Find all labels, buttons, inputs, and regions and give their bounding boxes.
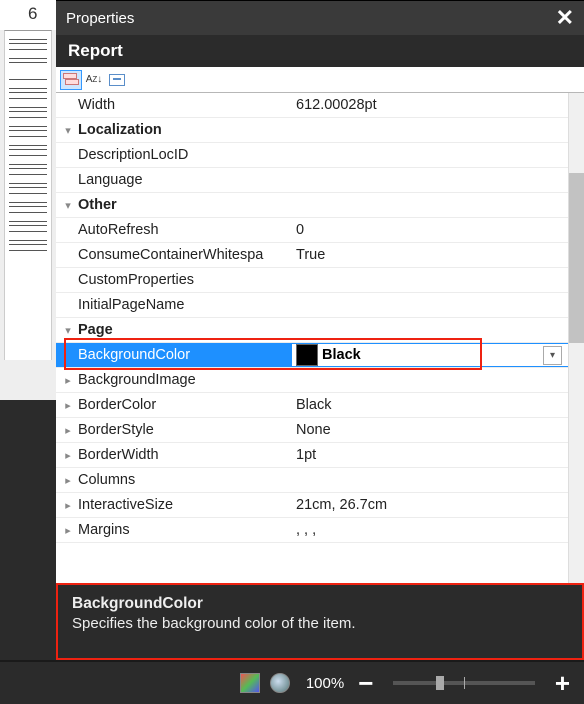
property-row[interactable]: Language (56, 168, 568, 193)
zoom-out-button[interactable]: − (354, 674, 377, 692)
property-row[interactable]: ▸InteractiveSize21cm, 26.7cm (56, 493, 568, 518)
document-preview-strip: 6 (0, 0, 56, 704)
property-name: Page (74, 322, 292, 338)
properties-panel: Properties ✕ Report AZ↓ Width612.00028pt… (56, 0, 584, 660)
property-value[interactable]: , , , (292, 522, 568, 538)
property-value[interactable]: Black (292, 397, 568, 413)
property-value-text: 0 (296, 222, 304, 238)
description-text: Specifies the background color of the it… (72, 615, 568, 632)
property-value[interactable]: None (292, 422, 568, 438)
property-row[interactable]: Width612.00028pt (56, 93, 568, 118)
document-slice (4, 30, 52, 360)
property-name: InitialPageName (74, 297, 292, 313)
property-name: ConsumeContainerWhitespa (74, 247, 292, 263)
property-name: DescriptionLocID (74, 147, 292, 163)
scrollbar-thumb[interactable] (569, 173, 584, 343)
zoom-in-button[interactable]: + (551, 674, 574, 692)
property-name: Localization (74, 122, 292, 138)
description-pane: BackgroundColor Specifies the background… (56, 583, 584, 660)
zoom-slider-thumb[interactable] (436, 676, 444, 690)
chevron-right-icon[interactable]: ▸ (56, 524, 74, 537)
property-value-text: True (296, 247, 325, 263)
property-grid-wrap: Width612.00028pt▾LocalizationDescription… (56, 93, 584, 583)
close-icon[interactable]: ✕ (556, 5, 574, 31)
property-name: Columns (74, 472, 292, 488)
property-value-text: None (296, 422, 331, 438)
vertical-scrollbar[interactable] (568, 93, 584, 583)
property-name: AutoRefresh (74, 222, 292, 238)
property-row[interactable]: ▸BackgroundImage (56, 368, 568, 393)
property-name: BorderWidth (74, 447, 292, 463)
color-swatch (296, 344, 318, 366)
property-row[interactable]: DescriptionLocID (56, 143, 568, 168)
property-value-text: Black (296, 397, 331, 413)
property-name: BorderColor (74, 397, 292, 413)
chevron-right-icon[interactable]: ▸ (56, 499, 74, 512)
property-value[interactable]: 0 (292, 222, 568, 238)
property-row[interactable]: ▸BorderWidth1pt (56, 443, 568, 468)
status-bar: 100% − + (0, 660, 584, 704)
property-category[interactable]: ▾Other (56, 193, 568, 218)
chevron-down-icon[interactable]: ▾ (56, 324, 74, 337)
property-value[interactable]: 1pt (292, 447, 568, 463)
chevron-down-icon[interactable]: ▾ (56, 199, 74, 212)
object-selector[interactable]: Report (56, 35, 584, 67)
property-value-text: Black (322, 347, 361, 363)
property-row[interactable]: CustomProperties (56, 268, 568, 293)
chevron-down-icon[interactable]: ▾ (543, 346, 562, 365)
zoom-label: 100% (306, 675, 344, 692)
property-name: Margins (74, 522, 292, 538)
property-value-text: , , , (296, 522, 316, 538)
property-row[interactable]: ▸BorderStyleNone (56, 418, 568, 443)
ruler: 6 (0, 0, 56, 30)
property-value[interactable]: 612.00028pt (292, 97, 568, 113)
property-value[interactable]: 21cm, 26.7cm (292, 497, 568, 513)
property-category[interactable]: ▾Localization (56, 118, 568, 143)
property-pages-button[interactable] (106, 70, 128, 90)
property-name: InteractiveSize (74, 497, 292, 513)
property-name: CustomProperties (74, 272, 292, 288)
property-grid[interactable]: Width612.00028pt▾LocalizationDescription… (56, 93, 568, 583)
object-selector-label: Report (68, 41, 123, 61)
panel-titlebar[interactable]: Properties ✕ (56, 1, 584, 35)
chevron-right-icon[interactable]: ▸ (56, 449, 74, 462)
zoom-control: − + (354, 674, 574, 692)
description-title: BackgroundColor (72, 595, 568, 613)
chevron-right-icon[interactable]: ▸ (56, 424, 74, 437)
chevron-down-icon[interactable]: ▾ (56, 124, 74, 137)
property-name: BorderStyle (74, 422, 292, 438)
property-name: BackgroundColor (74, 347, 292, 363)
property-row[interactable]: ▸Margins, , , (56, 518, 568, 543)
ruler-tick: 6 (28, 4, 37, 24)
property-row[interactable]: InitialPageName (56, 293, 568, 318)
property-row[interactable]: BackgroundColor ▾ Black (56, 343, 568, 368)
property-category[interactable]: ▾Page (56, 318, 568, 343)
zoom-slider[interactable] (393, 681, 534, 685)
property-name: BackgroundImage (74, 372, 292, 388)
globe-icon[interactable] (270, 673, 290, 693)
panel-title-label: Properties (66, 10, 134, 27)
property-value[interactable]: True (292, 247, 568, 263)
property-row[interactable]: AutoRefresh0 (56, 218, 568, 243)
property-row[interactable]: ▸BorderColorBlack (56, 393, 568, 418)
alphabetical-button[interactable]: AZ↓ (83, 70, 105, 90)
property-name: Other (74, 197, 292, 213)
property-row[interactable]: ▸Columns (56, 468, 568, 493)
property-row[interactable]: ConsumeContainerWhitespaTrue (56, 243, 568, 268)
property-value-text: 21cm, 26.7cm (296, 497, 387, 513)
property-value-text: 612.00028pt (296, 97, 377, 113)
properties-toolbar: AZ↓ (56, 67, 584, 93)
categorized-button[interactable] (60, 70, 82, 90)
color-mode-icon[interactable] (240, 673, 260, 693)
property-name: Width (74, 97, 292, 113)
property-value-text: 1pt (296, 447, 316, 463)
property-value[interactable]: Black (292, 344, 568, 366)
chevron-right-icon[interactable]: ▸ (56, 474, 74, 487)
chevron-right-icon[interactable]: ▸ (56, 374, 74, 387)
chevron-right-icon[interactable]: ▸ (56, 399, 74, 412)
property-name: Language (74, 172, 292, 188)
